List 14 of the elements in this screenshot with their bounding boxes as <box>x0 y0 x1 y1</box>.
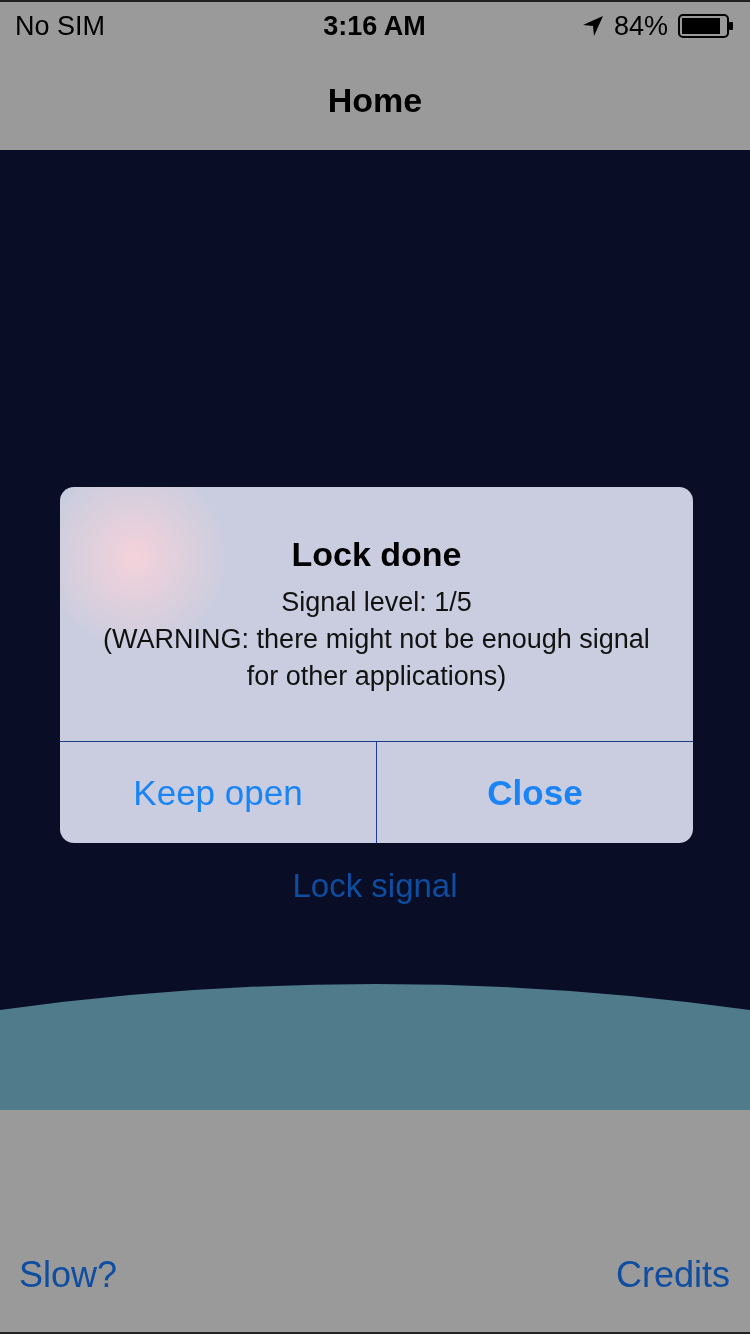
alert-title: Lock done <box>291 535 462 574</box>
location-arrow-icon <box>581 15 604 37</box>
battery-icon <box>678 14 734 38</box>
bottom-link[interactable]: Credits <box>615 1254 730 1296</box>
battery-percentage: 84% <box>613 10 668 42</box>
alert-button[interactable]: Keep open <box>60 742 376 843</box>
alert-message: (WARNING: there might not be enough signal for other applications) <box>102 623 651 693</box>
carrier-label: No SIM <box>15 10 106 42</box>
nav-title: Home <box>327 80 423 120</box>
status-time: 3:16 AM <box>323 10 426 42</box>
bottom-link[interactable]: Slow? <box>19 1254 118 1296</box>
lock-signal-link[interactable]: Lock signal <box>292 867 458 905</box>
alert-button[interactable]: Close <box>376 742 693 843</box>
alert-message: Signal level: 1/5 <box>280 586 473 619</box>
